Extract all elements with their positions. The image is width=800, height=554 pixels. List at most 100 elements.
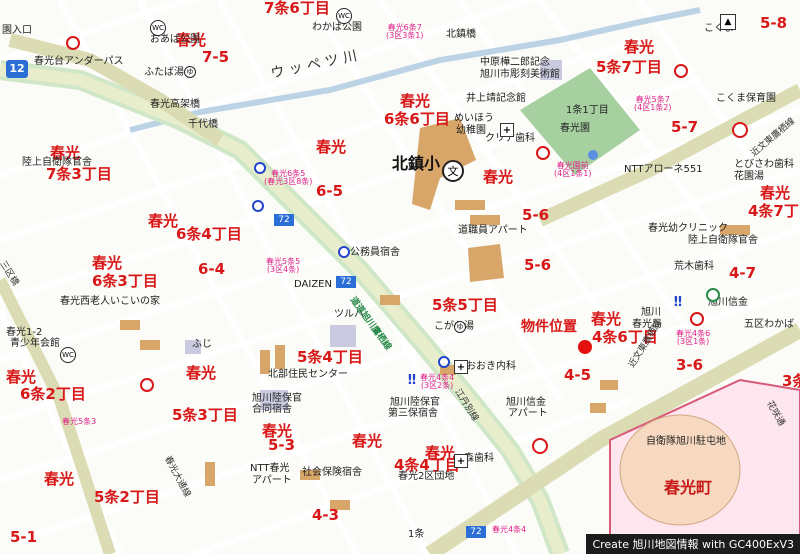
post-office-icon[interactable]: [732, 122, 748, 138]
shunko-park: [520, 68, 640, 175]
map-label: 北部住民センター: [268, 369, 348, 380]
map-label-red: 7条6丁目: [264, 0, 330, 17]
map-label-red: 6条3丁目: [92, 272, 158, 290]
map-label-red: 5条5丁目: [432, 296, 498, 314]
pond-icon: [588, 150, 598, 160]
map-label-red: 春光: [148, 212, 179, 230]
map-label: 陸上自衛隊官舎: [688, 235, 758, 246]
shop-icon[interactable]: [706, 288, 720, 302]
bus-stop-icon[interactable]: [338, 246, 350, 258]
map-label-red: 5条2丁目: [94, 488, 160, 506]
map-label-red: 3条: [782, 372, 800, 390]
map-label-red: 春光: [400, 92, 431, 110]
bus-stop-label: 春光4条4: [492, 525, 527, 534]
map-label-red: 3-6: [676, 356, 704, 374]
map-label: 公務員宿舎: [350, 247, 400, 258]
map-label: 森歯科: [464, 453, 494, 464]
bus-stop-icon[interactable]: [674, 64, 688, 78]
map-label: とびさわ歯科: [734, 159, 794, 170]
bus-stop-icon[interactable]: [438, 356, 450, 368]
map-label: 社会保険宿舎: [302, 467, 362, 478]
bus-stop-label: 春光5条3: [62, 417, 97, 426]
bus-stop-label: 春光4条6 (3区1条): [676, 329, 711, 347]
map-label-red: 5-8: [760, 14, 788, 32]
map-label: おおき内科: [466, 361, 516, 372]
bank-icon[interactable]: ‼: [406, 373, 418, 388]
house-icon[interactable]: ▲: [720, 14, 736, 30]
toilet-wc-icon[interactable]: WC: [150, 20, 166, 36]
map-label: DAIZEN: [294, 279, 332, 290]
map-label: 園入口: [2, 25, 32, 36]
map-label: 春光西老人いこいの家: [60, 296, 160, 307]
bus-stop-icon[interactable]: [252, 200, 264, 212]
map-label-red: 7-5: [202, 48, 230, 66]
bus-stop-icon[interactable]: [254, 162, 266, 174]
map-label: 旭川信金: [506, 397, 546, 408]
map-label-red: 春光: [186, 364, 217, 382]
bus-stop-label: 春光6条5 (春光3区8条): [264, 169, 313, 187]
hospital-icon[interactable]: +: [454, 360, 468, 374]
route-shield: 12: [6, 60, 28, 78]
property-label: 物件位置: [521, 319, 577, 335]
map-label: 春光園: [560, 123, 590, 134]
map-label-red: 春光: [425, 444, 456, 462]
map-label: 旭川陸保官: [390, 397, 440, 408]
map-label-red: 7条3丁目: [46, 165, 112, 183]
map-label: おあば公園: [150, 34, 200, 45]
map-label-red: 6条2丁目: [20, 385, 86, 403]
map-canvas[interactable]: 7条6丁目 春光 7-5 春光 5条7丁目 5-8 春光 6条6丁目 5-7 春…: [0, 0, 800, 554]
school-label: 北鎮小: [392, 154, 441, 173]
map-label: 花園湯: [734, 171, 764, 182]
map-label: 幼稚園: [456, 125, 486, 136]
map-label: こくま保育園: [716, 93, 776, 104]
bus-stop-icon[interactable]: [690, 312, 704, 326]
map-label: 北鎮橋: [446, 29, 476, 40]
map-label-red: 4-5: [564, 366, 592, 384]
bus-stop-label: 春光6条7 (3区3条1): [386, 23, 424, 41]
map-label: 1条1丁目: [566, 105, 609, 116]
bus-stop-label: 春光5条7 (4区1条2): [634, 95, 672, 113]
map-label-red: 春光: [6, 368, 37, 386]
map-label: 旭川: [641, 307, 661, 318]
map-label: 青少年会館: [10, 338, 60, 349]
map-label: 春光台アンダーパス: [34, 56, 124, 67]
map-label-red: 5条3丁目: [172, 406, 238, 424]
map-label-red: 6条4丁目: [176, 225, 242, 243]
bath-icon[interactable]: ゆ: [454, 321, 466, 333]
map-label: わかば公園: [312, 22, 362, 33]
toilet-wc-icon[interactable]: WC: [60, 347, 76, 363]
bath-icon[interactable]: ゆ: [184, 66, 196, 78]
hospital-icon[interactable]: +: [500, 123, 514, 137]
map-label: 合同宿舎: [252, 404, 292, 415]
map-label: 春光2区団地: [398, 471, 455, 482]
bus-stop-label: 春光4条4 (3区2条): [420, 373, 455, 391]
map-label-red: 5-6: [522, 206, 550, 224]
map-label: 春光幼クリニック: [648, 223, 728, 234]
route-shield: 72: [466, 526, 486, 538]
map-label-red: 春光: [92, 254, 123, 272]
map-label: 陸上自衛隊官舎: [22, 157, 92, 168]
hospital-icon[interactable]: +: [454, 454, 468, 468]
camp-field: [619, 414, 741, 526]
map-label-red: 5条7丁目: [596, 58, 662, 76]
map-label: 旭川市彫刻美術館: [480, 69, 560, 80]
map-label: アパート: [252, 475, 292, 486]
property-marker: [578, 340, 592, 354]
map-label-red: 5-6: [524, 256, 552, 274]
bus-stop-icon[interactable]: [140, 378, 154, 392]
map-label: 第三保宿舎: [388, 408, 438, 419]
map-label-red: 春光: [352, 432, 383, 450]
school-icon[interactable]: 文: [442, 160, 464, 182]
map-label-red: 5条4丁目: [297, 348, 363, 366]
map-label-red: 4-7: [729, 264, 757, 282]
map-label-red: 5-3: [268, 436, 296, 454]
bus-stop-icon[interactable]: [536, 146, 550, 160]
district-label: 春光町: [664, 478, 713, 497]
route-shield: 72: [274, 214, 294, 226]
bank-icon[interactable]: ‼: [672, 295, 684, 310]
map-label: 春光1-2: [6, 327, 43, 338]
bus-stop-icon[interactable]: [66, 36, 80, 50]
toilet-wc-icon[interactable]: WC: [336, 8, 352, 24]
map-label: NTTアローネ551: [624, 164, 703, 175]
post-office-icon[interactable]: [532, 438, 548, 454]
